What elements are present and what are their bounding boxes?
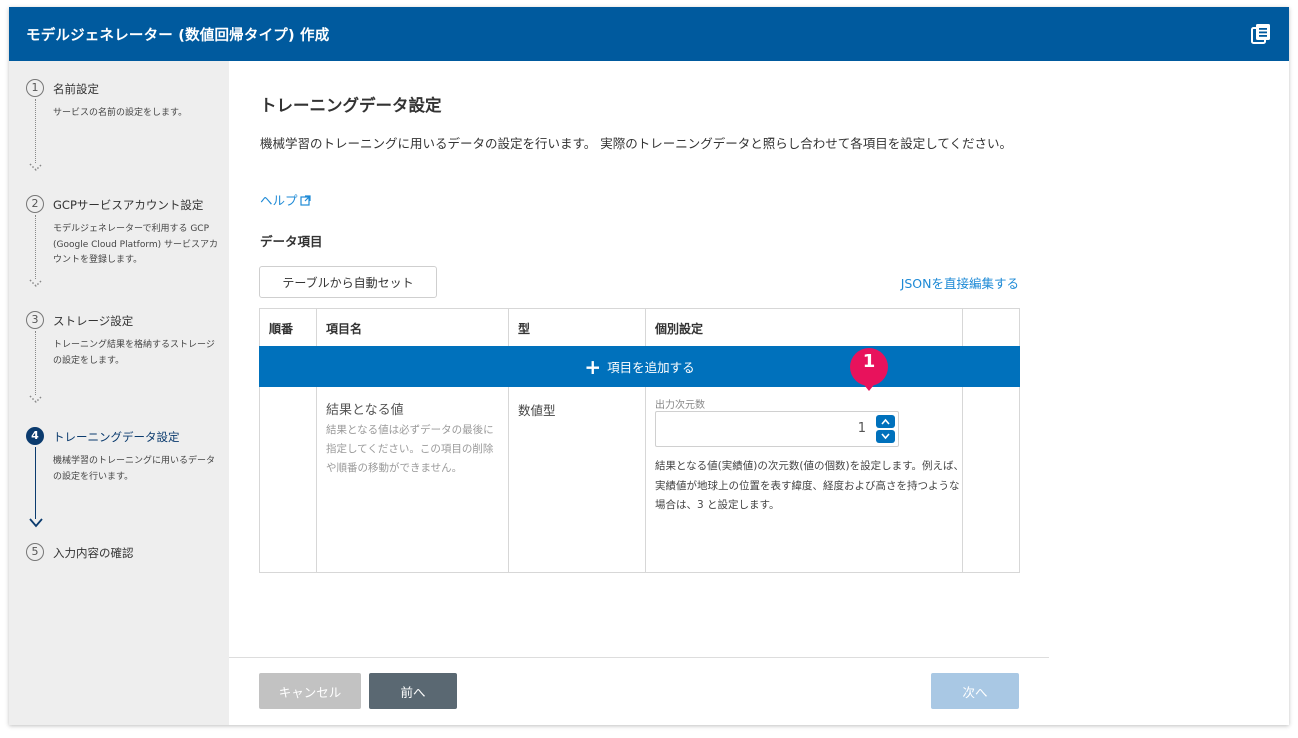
column-header-settings: 個別設定 [655, 321, 704, 336]
section-description: 機械学習のトレーニングに用いるデータの設定を行います。 実際のトレーニングデータ… [260, 136, 1012, 151]
column-divider [508, 309, 509, 346]
output-dimension-value: 1 [857, 421, 866, 436]
chevron-up-icon [881, 418, 890, 425]
header: モデルジェネレーター (数値回帰タイプ) 作成 [9, 7, 1289, 61]
increment-button[interactable] [876, 415, 895, 428]
step-description: モデルジェネレーターで利用する GCP (Google Cloud Platfo… [53, 224, 219, 265]
step-title: GCPサービスアカウント設定 [53, 198, 204, 212]
step-number: 2 [26, 195, 44, 213]
step-connector [35, 99, 36, 163]
document-list-icon[interactable] [1250, 23, 1272, 45]
column-divider [316, 309, 317, 346]
footer-divider [229, 657, 1049, 658]
decrement-button[interactable] [876, 430, 895, 443]
page-header-title: モデルジェネレーター (数値回帰タイプ) 作成 [26, 27, 330, 44]
annotation-number: 1 [862, 351, 876, 372]
output-dimension-description: 結果となる値(実績値)の次元数(値の個数)を設定します。例えば、実績値が地球上の… [655, 460, 965, 511]
app-window: モデルジェネレーター (数値回帰タイプ) 作成 1 名前設定 サービスの名前の設… [9, 7, 1289, 725]
output-dimension-label: 出力次元数 [655, 400, 705, 411]
output-dimension-input[interactable]: 1 [655, 411, 899, 447]
edit-json-link[interactable]: JSONを直接編集する [901, 273, 1019, 292]
step-number: 5 [26, 543, 44, 561]
annotation-badge: 1 [846, 347, 892, 397]
section-title: トレーニングデータ設定 [260, 96, 442, 115]
data-items-title: データ項目 [260, 234, 323, 249]
table-row-name-cell: 結果となる値 結果となる値は必ずデータの最後に指定してください。この項目の削除や… [326, 399, 501, 478]
plus-icon: + [584, 354, 602, 379]
auto-set-from-table-button[interactable]: テーブルから自動セット [259, 266, 437, 298]
chevron-down-icon [29, 518, 43, 528]
chevron-down-icon [29, 279, 43, 288]
next-button[interactable]: 次へ [931, 673, 1019, 709]
chevron-down-icon [881, 433, 890, 440]
add-item-label: 項目を追加する [607, 360, 695, 375]
step-title: トレーニングデータ設定 [53, 430, 180, 444]
step-title: ストレージ設定 [53, 314, 134, 328]
step-connector [35, 447, 36, 519]
item-name-description: 結果となる値は必ずデータの最後に指定してください。この項目の削除や順番の移動がで… [326, 424, 494, 474]
item-name: 結果となる値 [326, 403, 404, 418]
add-item-button[interactable]: + 項目を追加する [259, 346, 1020, 387]
chevron-down-icon [29, 163, 43, 172]
column-divider [508, 387, 509, 573]
chevron-down-icon [29, 395, 43, 404]
previous-button[interactable]: 前へ [369, 673, 457, 709]
external-link-icon [299, 195, 311, 206]
step-connector [35, 215, 36, 279]
item-type: 数値型 [518, 403, 556, 418]
main-content: トレーニングデータ設定 機械学習のトレーニングに用いるデータの設定を行います。 … [229, 61, 1289, 725]
step-number: 1 [26, 79, 44, 97]
step-sidebar: 1 名前設定 サービスの名前の設定をします。 2 GCPサービスアカウント設定 … [9, 61, 229, 725]
column-divider [645, 309, 646, 346]
help-link[interactable]: ヘルプ [260, 190, 311, 209]
help-link-label: ヘルプ [260, 193, 298, 208]
step-connector [35, 331, 36, 395]
data-items-table: 順番 項目名 型 個別設定 + 項目を追加する 結果となる値 結果となる値は必ず… [259, 308, 1020, 573]
step-number: 4 [26, 427, 44, 445]
step-title: 名前設定 [53, 82, 99, 96]
step-description: トレーニング結果を格納するストレージの設定をします。 [53, 340, 215, 366]
column-header-type: 型 [518, 321, 531, 336]
step-description: 機械学習のトレーニングに用いるデータの設定を行います。 [53, 456, 216, 482]
step-title: 入力内容の確認 [53, 546, 134, 560]
column-divider [316, 387, 317, 573]
step-description: サービスの名前の設定をします。 [53, 108, 188, 118]
column-header-name: 項目名 [326, 321, 363, 336]
step-number: 3 [26, 311, 44, 329]
column-divider [962, 309, 963, 346]
column-header-order: 順番 [269, 321, 294, 336]
column-divider [645, 387, 646, 573]
cancel-button[interactable]: キャンセル [259, 673, 361, 709]
